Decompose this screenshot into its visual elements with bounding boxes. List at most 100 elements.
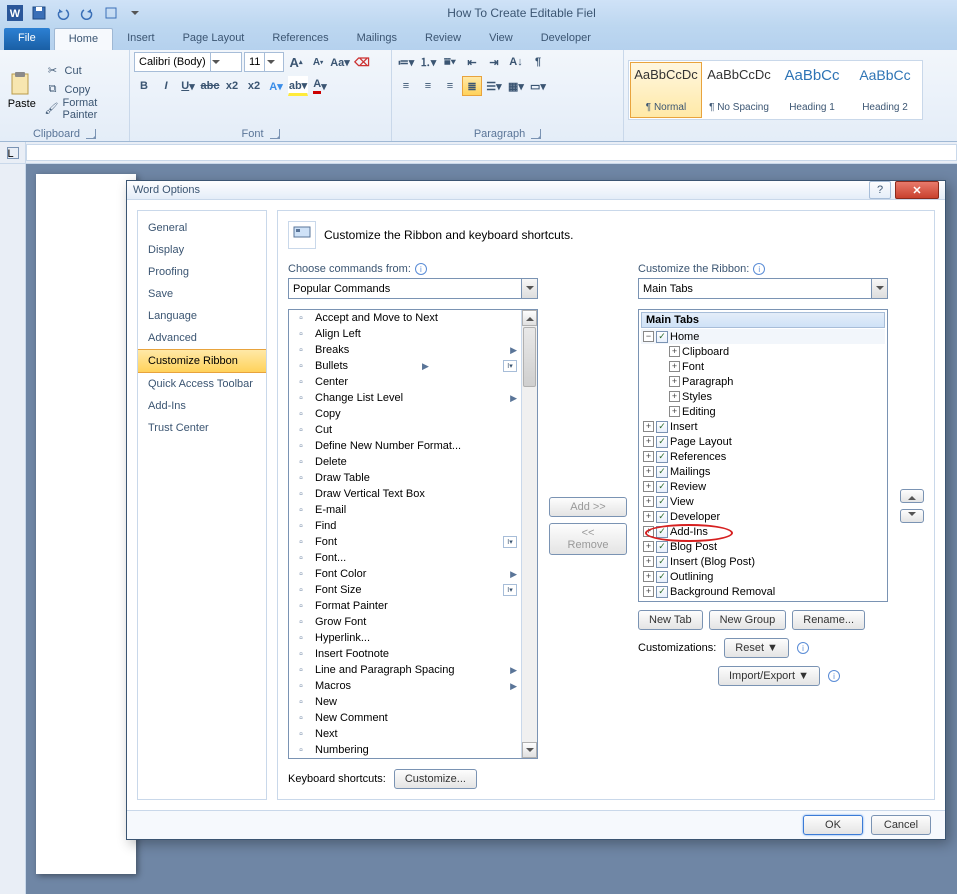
- tab-insert[interactable]: Insert: [113, 28, 169, 50]
- font-dialog-launcher[interactable]: [270, 129, 280, 139]
- expand-icon[interactable]: +: [643, 451, 654, 462]
- listbox-scrollbar[interactable]: [521, 310, 537, 758]
- increase-indent-icon[interactable]: ⇥: [484, 52, 504, 72]
- tree-tab-item[interactable]: +Review: [641, 479, 885, 494]
- tree-tab-item[interactable]: +Add-Ins: [641, 524, 885, 539]
- style-heading-2[interactable]: AaBbCcHeading 2: [849, 62, 921, 118]
- bold-button[interactable]: B: [134, 76, 154, 96]
- grow-font-icon[interactable]: A▴: [286, 52, 306, 72]
- ribbon-tree[interactable]: Main Tabs −Home +Clipboard+Font+Paragrap…: [638, 309, 888, 602]
- sidebar-item-display[interactable]: Display: [138, 239, 266, 261]
- commands-listbox[interactable]: ▫Accept and Move to Next▫Align Left▫Brea…: [288, 309, 538, 759]
- command-item[interactable]: ▫Breaks▶: [289, 342, 521, 358]
- command-item[interactable]: ▫New Comment: [289, 710, 521, 726]
- tree-tab-item[interactable]: +Background Removal: [641, 584, 885, 599]
- expand-icon[interactable]: +: [643, 541, 654, 552]
- styles-gallery[interactable]: AaBbCcDc¶ Normal AaBbCcDc¶ No Spacing Aa…: [628, 60, 923, 120]
- redo-icon[interactable]: [76, 3, 98, 23]
- add-button[interactable]: Add >>: [549, 497, 627, 517]
- remove-button[interactable]: << Remove: [549, 523, 627, 555]
- import-export-button[interactable]: Import/Export ▼: [718, 666, 820, 686]
- checkbox[interactable]: [656, 511, 668, 523]
- checkbox[interactable]: [656, 451, 668, 463]
- scroll-down-icon[interactable]: [522, 742, 537, 758]
- qat-customize-icon[interactable]: [124, 3, 146, 23]
- font-size-combo[interactable]: 11: [244, 52, 284, 72]
- new-group-button[interactable]: New Group: [709, 610, 787, 630]
- tree-group-item[interactable]: +Clipboard: [641, 344, 885, 359]
- command-item[interactable]: ▫Line and Paragraph Spacing▶: [289, 662, 521, 678]
- expand-icon[interactable]: +: [643, 511, 654, 522]
- command-item[interactable]: ▫Format Painter: [289, 598, 521, 614]
- expand-icon[interactable]: +: [643, 556, 654, 567]
- line-spacing-icon[interactable]: ☰▾: [484, 76, 504, 96]
- text-effects-icon[interactable]: A▾: [266, 76, 286, 96]
- command-item[interactable]: ▫Insert Footnote: [289, 646, 521, 662]
- sidebar-item-save[interactable]: Save: [138, 283, 266, 305]
- tree-group-item[interactable]: +Editing: [641, 404, 885, 419]
- customize-shortcuts-button[interactable]: Customize...: [394, 769, 477, 789]
- collapse-icon[interactable]: −: [643, 331, 654, 342]
- command-item[interactable]: ▫Numbering: [289, 742, 521, 758]
- ok-button[interactable]: OK: [803, 815, 863, 835]
- command-item[interactable]: ▫New: [289, 694, 521, 710]
- clipboard-dialog-launcher[interactable]: [86, 129, 96, 139]
- style-normal[interactable]: AaBbCcDc¶ Normal: [630, 62, 702, 118]
- command-item[interactable]: ▫Delete: [289, 454, 521, 470]
- style-no-spacing[interactable]: AaBbCcDc¶ No Spacing: [703, 62, 775, 118]
- undo-icon[interactable]: [52, 3, 74, 23]
- strikethrough-button[interactable]: abc: [200, 76, 220, 96]
- sidebar-item-qat[interactable]: Quick Access Toolbar: [138, 373, 266, 395]
- command-item[interactable]: ▫Hyperlink...: [289, 630, 521, 646]
- sort-icon[interactable]: A↓: [506, 52, 526, 72]
- tab-review[interactable]: Review: [411, 28, 475, 50]
- checkbox[interactable]: [656, 571, 668, 583]
- checkbox[interactable]: [656, 526, 668, 538]
- tree-tab-item[interactable]: +Insert: [641, 419, 885, 434]
- tab-mailings[interactable]: Mailings: [343, 28, 411, 50]
- tree-tab-item[interactable]: +Page Layout: [641, 434, 885, 449]
- expand-icon[interactable]: +: [643, 481, 654, 492]
- expand-icon[interactable]: +: [643, 436, 654, 447]
- command-item[interactable]: ▫Font...: [289, 550, 521, 566]
- sidebar-item-general[interactable]: General: [138, 217, 266, 239]
- sidebar-item-addins[interactable]: Add-Ins: [138, 395, 266, 417]
- dialog-help-button[interactable]: ?: [869, 181, 891, 199]
- checkbox[interactable]: [656, 556, 668, 568]
- info-icon[interactable]: i: [797, 642, 809, 654]
- decrease-indent-icon[interactable]: ⇤: [462, 52, 482, 72]
- command-item[interactable]: ▫Draw Table: [289, 470, 521, 486]
- align-right-icon[interactable]: ≡: [440, 76, 460, 96]
- tab-developer[interactable]: Developer: [527, 28, 605, 50]
- command-item[interactable]: ▫Font SizeI▾: [289, 582, 521, 598]
- reset-button[interactable]: Reset ▼: [724, 638, 789, 658]
- tree-tab-item[interactable]: +Mailings: [641, 464, 885, 479]
- tree-tab-item[interactable]: +Blog Post: [641, 539, 885, 554]
- move-up-button[interactable]: [900, 489, 924, 503]
- tab-home[interactable]: Home: [54, 28, 113, 50]
- clear-formatting-icon[interactable]: ⌫: [352, 52, 372, 72]
- command-item[interactable]: ▫Bullets▶I▾: [289, 358, 521, 374]
- tree-group-item[interactable]: +Paragraph: [641, 374, 885, 389]
- command-item[interactable]: ▫Align Left: [289, 326, 521, 342]
- align-center-icon[interactable]: ≡: [418, 76, 438, 96]
- command-item[interactable]: ▫Change List Level▶: [289, 390, 521, 406]
- tree-tab-item[interactable]: +View: [641, 494, 885, 509]
- cancel-button[interactable]: Cancel: [871, 815, 931, 835]
- command-item[interactable]: ▫Next: [289, 726, 521, 742]
- command-item[interactable]: ▫FontI▾: [289, 534, 521, 550]
- dialog-close-button[interactable]: ✕: [895, 181, 939, 199]
- move-down-button[interactable]: [900, 509, 924, 523]
- command-item[interactable]: ▫Define New Number Format...: [289, 438, 521, 454]
- expand-icon[interactable]: +: [643, 526, 654, 537]
- cut-button[interactable]: ✂Cut: [42, 62, 125, 80]
- info-icon[interactable]: i: [415, 263, 427, 275]
- style-heading-1[interactable]: AaBbCcHeading 1: [776, 62, 848, 118]
- page[interactable]: [36, 174, 136, 874]
- expand-icon[interactable]: +: [643, 586, 654, 597]
- bullets-icon[interactable]: ≔▾: [396, 52, 416, 72]
- command-item[interactable]: ▫E-mail: [289, 502, 521, 518]
- numbering-icon[interactable]: ⒈▾: [418, 52, 438, 72]
- checkbox[interactable]: [656, 496, 668, 508]
- underline-button[interactable]: U▾: [178, 76, 198, 96]
